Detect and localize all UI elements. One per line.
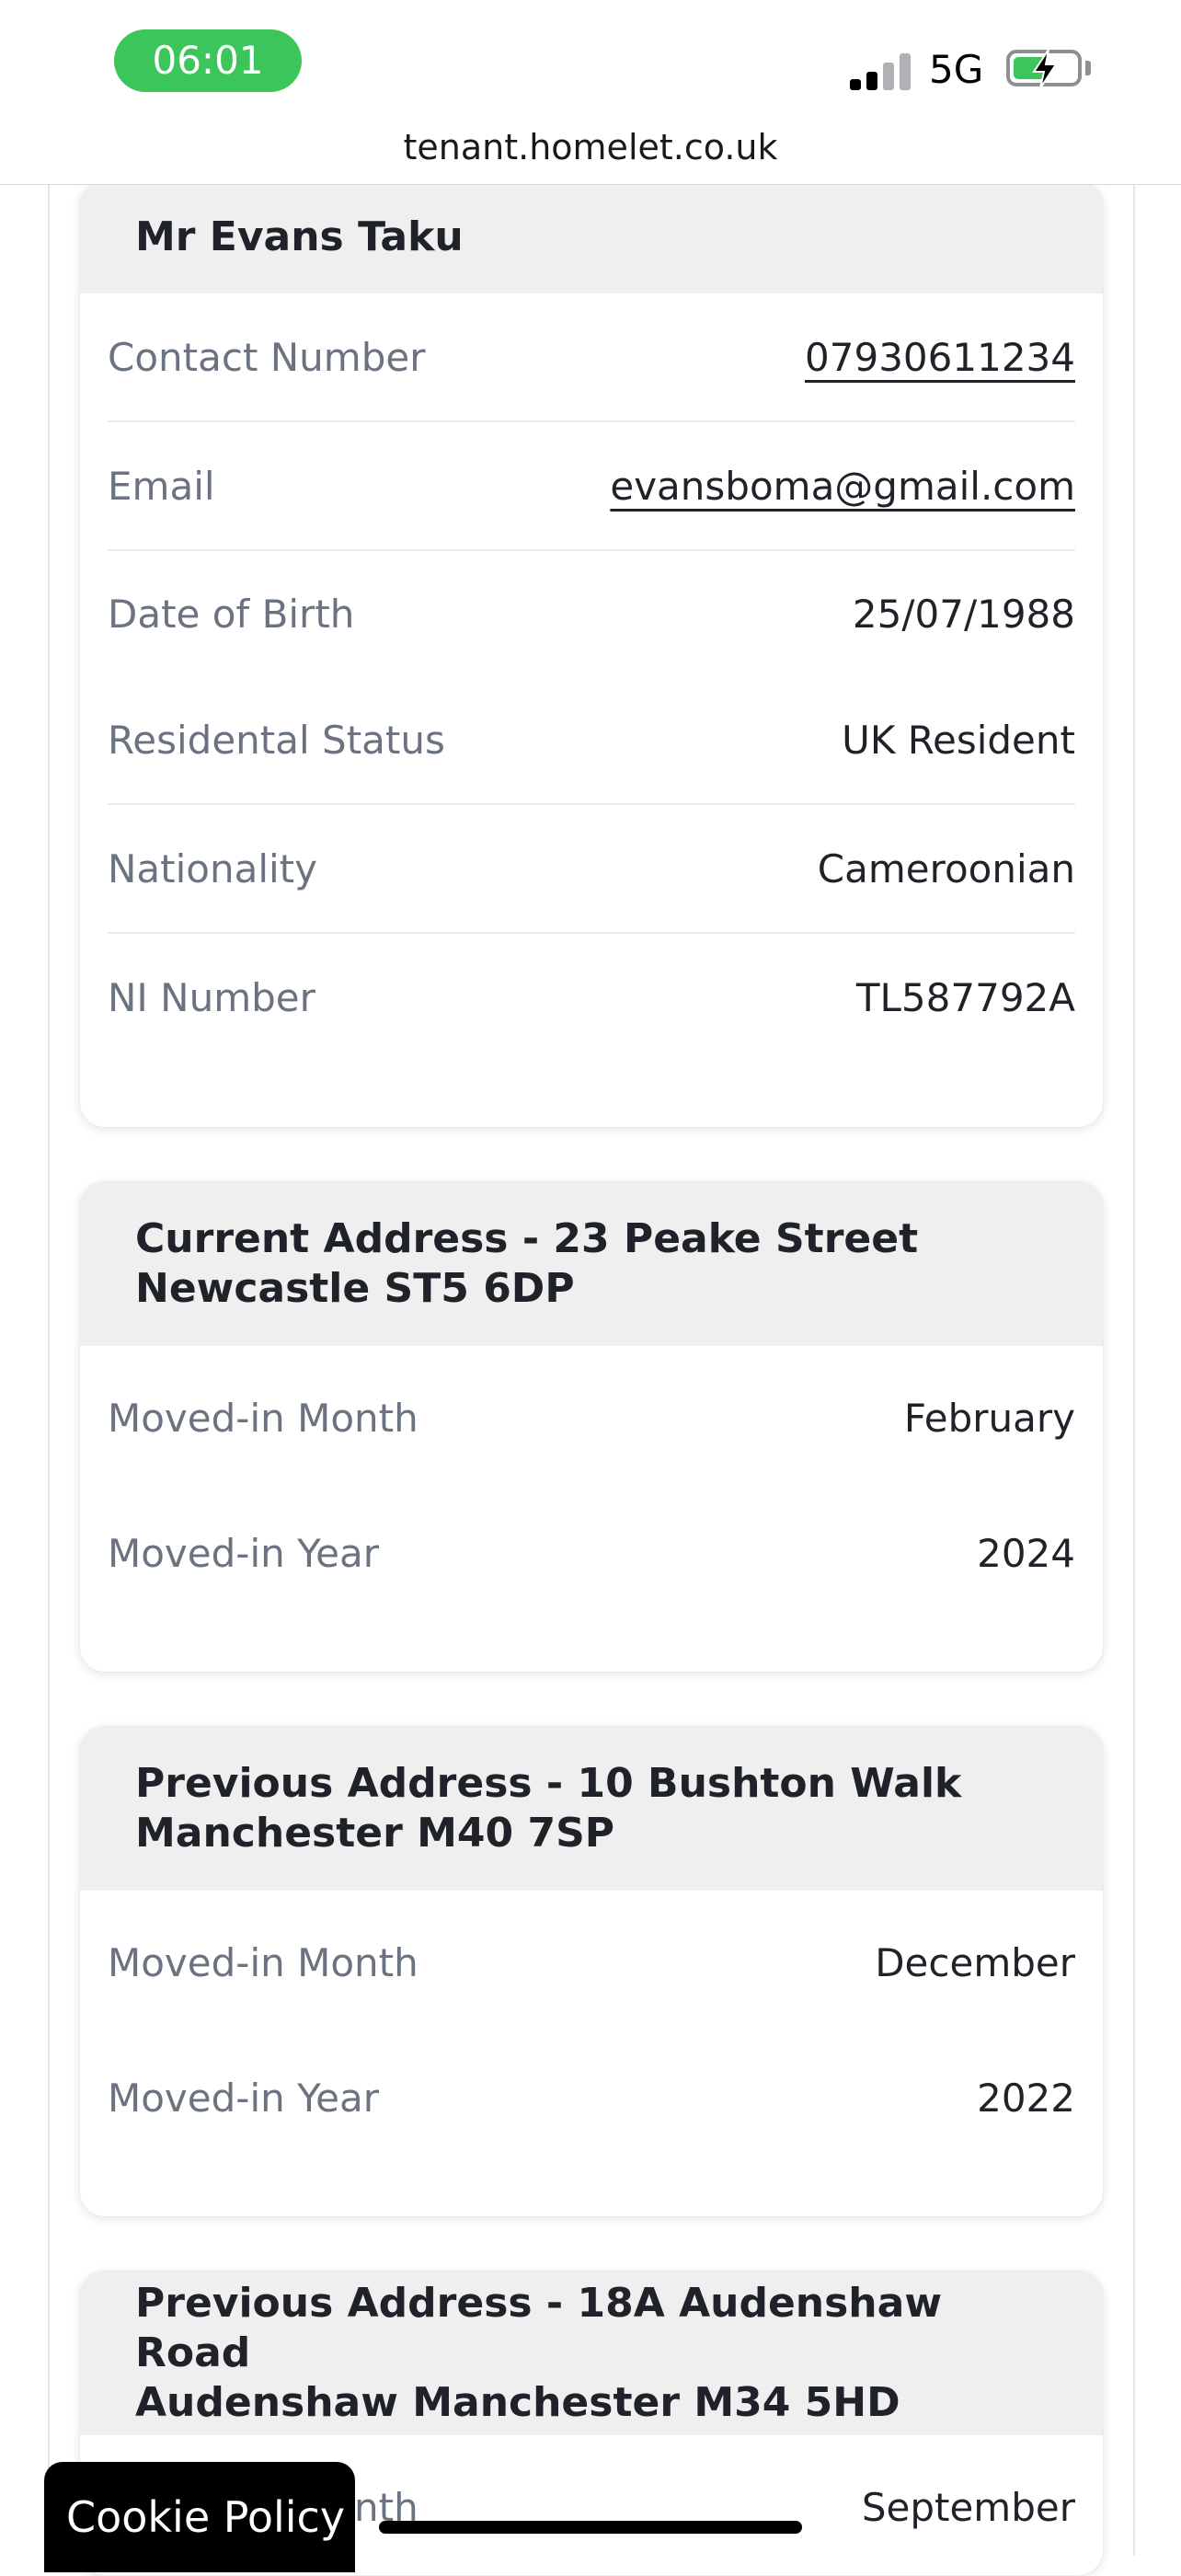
email-link[interactable]: evansboma@gmail.com: [610, 464, 1075, 509]
status-bar: 06:01 5G tenant.homelet.co.uk: [0, 0, 1181, 185]
status-time[interactable]: 06:01: [114, 29, 302, 92]
ni-number-row: NI Number TL587792A: [108, 934, 1075, 1061]
nationality-row: Nationality Cameroonian: [108, 805, 1075, 934]
email-row: Email evansboma@gmail.com: [108, 422, 1075, 551]
card-header: Previous Address - 10 Bushton Walk Manch…: [80, 1727, 1103, 1891]
signal-icon: [850, 50, 911, 90]
card-title-line: Current Address - 23 Peake Street: [135, 1215, 919, 1262]
row-value: Cameroonian: [817, 845, 1075, 891]
card-title-line: Newcastle ST5 6DP: [135, 1265, 575, 1312]
row-value: 2024: [977, 1530, 1075, 1576]
row-label: Moved-in Year: [108, 1530, 380, 1576]
card-title-line: Audenshaw Manchester M34 5HD: [135, 2379, 900, 2426]
address-bar-url[interactable]: tenant.homelet.co.uk: [0, 127, 1181, 167]
row-label: Residental Status: [108, 717, 445, 763]
card-header: Previous Address - 18A Audenshaw Road Au…: [80, 2271, 1103, 2435]
row-value: 2022: [977, 2075, 1075, 2121]
battery-icon: [1006, 49, 1082, 89]
battery-cap: [1085, 61, 1091, 75]
row-label: Nationality: [108, 845, 318, 891]
card-title: Previous Address - 10 Bushton Walk Manch…: [135, 1759, 961, 1858]
row-value: September: [861, 2484, 1075, 2530]
card-title-line: Previous Address - 18A Audenshaw Road: [135, 2280, 942, 2376]
charging-bolt-icon: [1032, 49, 1058, 89]
moved-in-month-row: Moved-in Month February: [108, 1346, 1075, 1489]
row-value: TL587792A: [855, 974, 1075, 1020]
phone-link[interactable]: 07930611234: [805, 335, 1075, 380]
row-value: 25/07/1988: [852, 591, 1075, 637]
moved-in-year-row: Moved-in Year 2024: [108, 1489, 1075, 1616]
current-address-card: Current Address - 23 Peake Street Newcas…: [79, 1181, 1104, 1673]
applicant-details-card: Mr Evans Taku Contact Number 07930611234…: [79, 180, 1104, 1128]
row-label: Moved-in Year: [108, 2075, 380, 2121]
moved-in-year-row: Moved-in Year 2022: [108, 2034, 1075, 2161]
row-value: December: [875, 1939, 1075, 1985]
residential-status-row: Residental Status UK Resident: [108, 676, 1075, 805]
card-header: Current Address - 23 Peake Street Newcas…: [80, 1182, 1103, 1346]
card-title-line: Previous Address - 10 Bushton Walk: [135, 1760, 962, 1807]
cookie-policy-button[interactable]: Cookie Policy: [44, 2462, 355, 2572]
card-title: Previous Address - 18A Audenshaw Road Au…: [135, 2279, 1048, 2428]
card-header: Mr Evans Taku: [80, 181, 1103, 293]
network-label: 5G: [929, 47, 984, 92]
row-label: Moved-in Month: [108, 1395, 419, 1441]
contact-number-row: Contact Number 07930611234: [108, 293, 1075, 422]
date-of-birth-row: Date of Birth 25/07/1988: [108, 551, 1075, 676]
home-indicator[interactable]: [379, 2521, 802, 2534]
row-label: Email: [108, 463, 215, 509]
row-label: Moved-in Month: [108, 1939, 419, 1985]
row-value: UK Resident: [842, 717, 1075, 763]
row-value: February: [903, 1395, 1075, 1441]
card-title-line: Manchester M40 7SP: [135, 1810, 615, 1857]
row-label: Date of Birth: [108, 591, 355, 637]
row-label: Contact Number: [108, 334, 426, 380]
applicant-name: Mr Evans Taku: [135, 213, 464, 260]
previous-address-card: Previous Address - 10 Bushton Walk Manch…: [79, 1726, 1104, 2217]
row-label: NI Number: [108, 974, 315, 1020]
card-title: Current Address - 23 Peake Street Newcas…: [135, 1214, 918, 1314]
moved-in-month-row: Moved-in Month December: [108, 1891, 1075, 2034]
